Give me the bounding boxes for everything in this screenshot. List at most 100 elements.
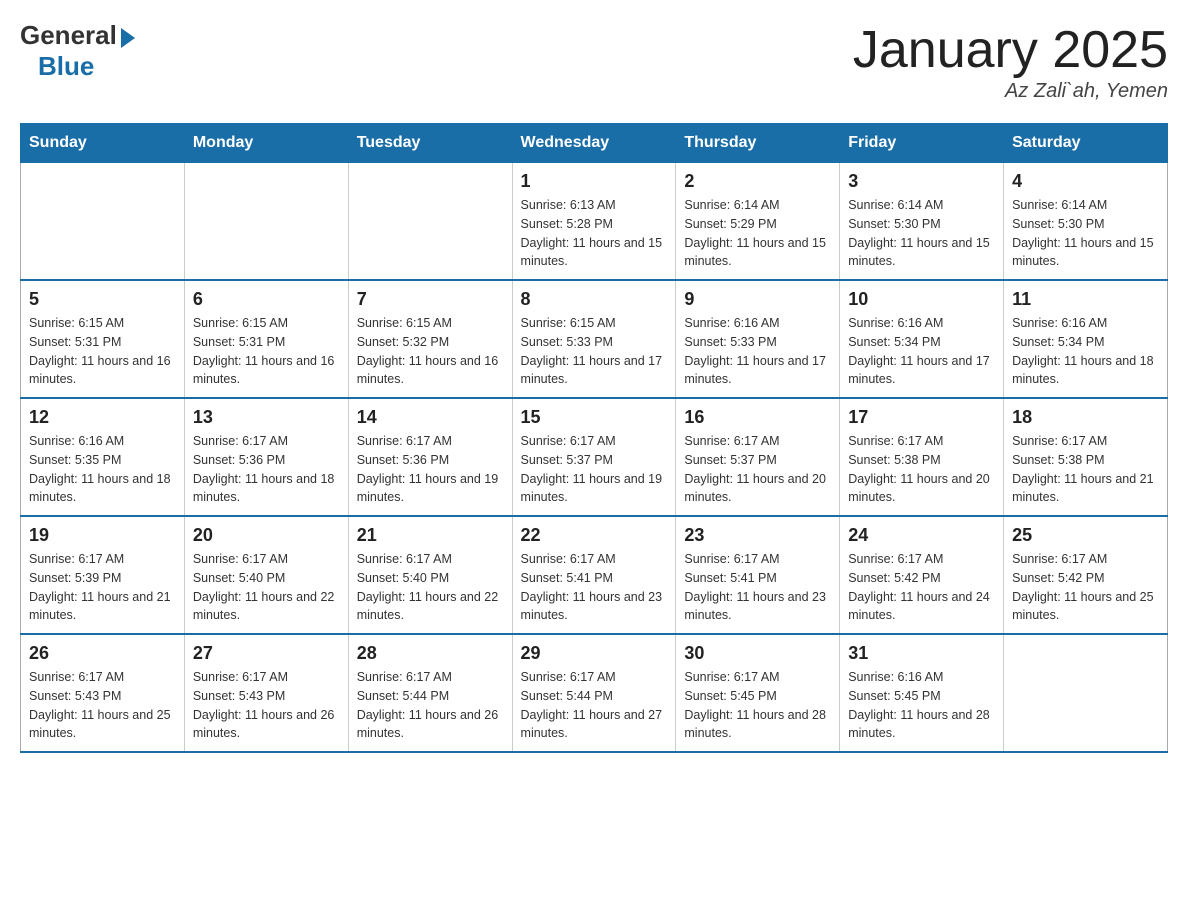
calendar-cell: 30 Sunrise: 6:17 AM Sunset: 5:45 PM Dayli… [676, 634, 840, 752]
day-number: 27 [193, 643, 340, 664]
location-subtitle: Az Zali`ah, Yemen [853, 80, 1168, 103]
day-number: 3 [848, 171, 995, 192]
day-of-week-tuesday: Tuesday [348, 124, 512, 163]
calendar-cell: 5Sunrise: 6:15 AM Sunset: 5:31 PM Daylig… [21, 280, 185, 398]
calendar-cell: 8 Sunrise: 6:15 AM Sunset: 5:33 PM Daylig… [512, 280, 676, 398]
calendar-cell: 11 Sunrise: 6:16 AM Sunset: 5:34 PM Dayli… [1004, 280, 1168, 398]
day-number: 14 [357, 407, 504, 428]
day-sun-info: Sunrise: 6:17 AM Sunset: 5:41 PM Dayligh… [684, 550, 831, 625]
day-sun-info: Sunrise: 6:14 AM Sunset: 5:30 PM Dayligh… [848, 196, 995, 271]
calendar-cell: 4Sunrise: 6:14 AM Sunset: 5:30 PM Daylig… [1004, 163, 1168, 281]
calendar-cell [21, 163, 185, 281]
calendar-cell: 19 Sunrise: 6:17 AM Sunset: 5:39 PM Dayli… [21, 516, 185, 634]
calendar-header: SundayMondayTuesdayWednesdayThursdayFrid… [21, 124, 1168, 163]
day-number: 8 [521, 289, 668, 310]
calendar-cell: 25 Sunrise: 6:17 AM Sunset: 5:42 PM Dayli… [1004, 516, 1168, 634]
day-number: 11 [1012, 289, 1159, 310]
day-sun-info: Sunrise: 6:17 AM Sunset: 5:37 PM Dayligh… [684, 432, 831, 507]
day-sun-info: Sunrise: 6:17 AM Sunset: 5:36 PM Dayligh… [357, 432, 504, 507]
calendar-week-1: 1 Sunrise: 6:13 AM Sunset: 5:28 PM Daylig… [21, 163, 1168, 281]
day-number: 30 [684, 643, 831, 664]
day-number: 28 [357, 643, 504, 664]
title-section: January 2025 Az Zali`ah, Yemen [853, 20, 1168, 103]
page-header: General Blue January 2025 Az Zali`ah, Ye… [20, 20, 1168, 103]
day-number: 6 [193, 289, 340, 310]
day-sun-info: Sunrise: 6:14 AM Sunset: 5:29 PM Dayligh… [684, 196, 831, 271]
logo: General Blue [20, 20, 135, 82]
day-number: 26 [29, 643, 176, 664]
day-sun-info: Sunrise: 6:17 AM Sunset: 5:44 PM Dayligh… [521, 668, 668, 743]
day-sun-info: Sunrise: 6:13 AM Sunset: 5:28 PM Dayligh… [521, 196, 668, 271]
day-header-row: SundayMondayTuesdayWednesdayThursdayFrid… [21, 124, 1168, 163]
day-number: 4 [1012, 171, 1159, 192]
calendar-cell: 15 Sunrise: 6:17 AM Sunset: 5:37 PM Dayli… [512, 398, 676, 516]
day-number: 13 [193, 407, 340, 428]
day-sun-info: Sunrise: 6:16 AM Sunset: 5:34 PM Dayligh… [1012, 314, 1159, 389]
day-of-week-monday: Monday [184, 124, 348, 163]
day-of-week-sunday: Sunday [21, 124, 185, 163]
day-of-week-wednesday: Wednesday [512, 124, 676, 163]
calendar-cell: 21Sunrise: 6:17 AM Sunset: 5:40 PM Dayli… [348, 516, 512, 634]
day-sun-info: Sunrise: 6:15 AM Sunset: 5:33 PM Dayligh… [521, 314, 668, 389]
day-sun-info: Sunrise: 6:16 AM Sunset: 5:45 PM Dayligh… [848, 668, 995, 743]
calendar-week-2: 5Sunrise: 6:15 AM Sunset: 5:31 PM Daylig… [21, 280, 1168, 398]
calendar-cell [348, 163, 512, 281]
day-number: 16 [684, 407, 831, 428]
day-number: 1 [521, 171, 668, 192]
day-sun-info: Sunrise: 6:17 AM Sunset: 5:41 PM Dayligh… [521, 550, 668, 625]
logo-general-text: General [20, 20, 117, 51]
day-sun-info: Sunrise: 6:17 AM Sunset: 5:45 PM Dayligh… [684, 668, 831, 743]
calendar-cell: 13 Sunrise: 6:17 AM Sunset: 5:36 PM Dayli… [184, 398, 348, 516]
calendar-week-4: 19 Sunrise: 6:17 AM Sunset: 5:39 PM Dayli… [21, 516, 1168, 634]
day-sun-info: Sunrise: 6:17 AM Sunset: 5:43 PM Dayligh… [29, 668, 176, 743]
day-sun-info: Sunrise: 6:17 AM Sunset: 5:39 PM Dayligh… [29, 550, 176, 625]
day-number: 17 [848, 407, 995, 428]
day-number: 9 [684, 289, 831, 310]
day-number: 20 [193, 525, 340, 546]
calendar-cell: 12 Sunrise: 6:16 AM Sunset: 5:35 PM Dayli… [21, 398, 185, 516]
calendar-cell: 27Sunrise: 6:17 AM Sunset: 5:43 PM Dayli… [184, 634, 348, 752]
logo-arrow-icon [121, 28, 135, 48]
day-sun-info: Sunrise: 6:17 AM Sunset: 5:37 PM Dayligh… [521, 432, 668, 507]
day-sun-info: Sunrise: 6:16 AM Sunset: 5:33 PM Dayligh… [684, 314, 831, 389]
month-title: January 2025 [853, 20, 1168, 80]
day-sun-info: Sunrise: 6:15 AM Sunset: 5:31 PM Dayligh… [193, 314, 340, 389]
calendar-cell [184, 163, 348, 281]
day-number: 18 [1012, 407, 1159, 428]
day-number: 10 [848, 289, 995, 310]
day-sun-info: Sunrise: 6:15 AM Sunset: 5:31 PM Dayligh… [29, 314, 176, 389]
day-number: 12 [29, 407, 176, 428]
day-sun-info: Sunrise: 6:17 AM Sunset: 5:38 PM Dayligh… [1012, 432, 1159, 507]
calendar-cell: 14 Sunrise: 6:17 AM Sunset: 5:36 PM Dayli… [348, 398, 512, 516]
calendar-cell: 16 Sunrise: 6:17 AM Sunset: 5:37 PM Dayli… [676, 398, 840, 516]
calendar-cell: 6 Sunrise: 6:15 AM Sunset: 5:31 PM Daylig… [184, 280, 348, 398]
day-sun-info: Sunrise: 6:15 AM Sunset: 5:32 PM Dayligh… [357, 314, 504, 389]
day-number: 25 [1012, 525, 1159, 546]
day-number: 24 [848, 525, 995, 546]
calendar-cell: 24 Sunrise: 6:17 AM Sunset: 5:42 PM Dayli… [840, 516, 1004, 634]
calendar-cell: 17 Sunrise: 6:17 AM Sunset: 5:38 PM Dayli… [840, 398, 1004, 516]
calendar-cell: 20 Sunrise: 6:17 AM Sunset: 5:40 PM Dayli… [184, 516, 348, 634]
day-sun-info: Sunrise: 6:17 AM Sunset: 5:38 PM Dayligh… [848, 432, 995, 507]
day-sun-info: Sunrise: 6:17 AM Sunset: 5:40 PM Dayligh… [193, 550, 340, 625]
calendar-cell: 9 Sunrise: 6:16 AM Sunset: 5:33 PM Daylig… [676, 280, 840, 398]
day-number: 19 [29, 525, 176, 546]
day-number: 29 [521, 643, 668, 664]
day-sun-info: Sunrise: 6:17 AM Sunset: 5:42 PM Dayligh… [848, 550, 995, 625]
logo-blue-text: Blue [38, 51, 94, 82]
calendar-cell: 3 Sunrise: 6:14 AM Sunset: 5:30 PM Daylig… [840, 163, 1004, 281]
day-number: 7 [357, 289, 504, 310]
day-sun-info: Sunrise: 6:17 AM Sunset: 5:42 PM Dayligh… [1012, 550, 1159, 625]
day-number: 22 [521, 525, 668, 546]
day-sun-info: Sunrise: 6:16 AM Sunset: 5:34 PM Dayligh… [848, 314, 995, 389]
calendar-cell: 31Sunrise: 6:16 AM Sunset: 5:45 PM Dayli… [840, 634, 1004, 752]
day-sun-info: Sunrise: 6:17 AM Sunset: 5:36 PM Dayligh… [193, 432, 340, 507]
calendar-cell [1004, 634, 1168, 752]
day-sun-info: Sunrise: 6:16 AM Sunset: 5:35 PM Dayligh… [29, 432, 176, 507]
day-number: 2 [684, 171, 831, 192]
day-number: 15 [521, 407, 668, 428]
calendar-body: 1 Sunrise: 6:13 AM Sunset: 5:28 PM Daylig… [21, 163, 1168, 753]
calendar-cell: 23Sunrise: 6:17 AM Sunset: 5:41 PM Dayli… [676, 516, 840, 634]
calendar-cell: 2 Sunrise: 6:14 AM Sunset: 5:29 PM Daylig… [676, 163, 840, 281]
day-of-week-thursday: Thursday [676, 124, 840, 163]
